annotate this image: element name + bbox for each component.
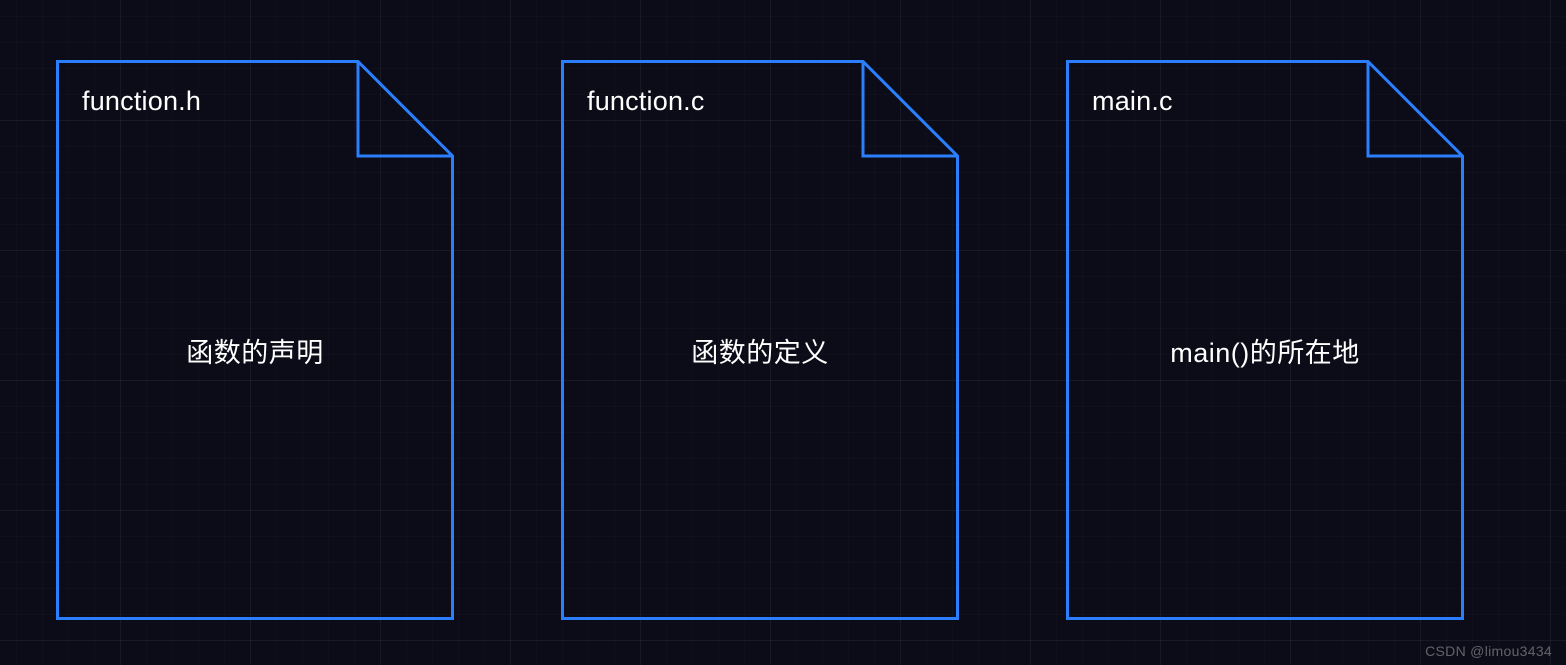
watermark-text: CSDN @limou3434: [1425, 643, 1552, 659]
file-description: 函数的定义: [561, 60, 959, 620]
file-description: 函数的声明: [56, 60, 454, 620]
diagram-stage: function.h 函数的声明 function.c 函数的定义 main.c…: [0, 0, 1566, 665]
file-card: function.c 函数的定义: [561, 60, 959, 620]
file-card: main.c main()的所在地: [1066, 60, 1464, 620]
file-card: function.h 函数的声明: [56, 60, 454, 620]
file-description: main()的所在地: [1066, 60, 1464, 620]
